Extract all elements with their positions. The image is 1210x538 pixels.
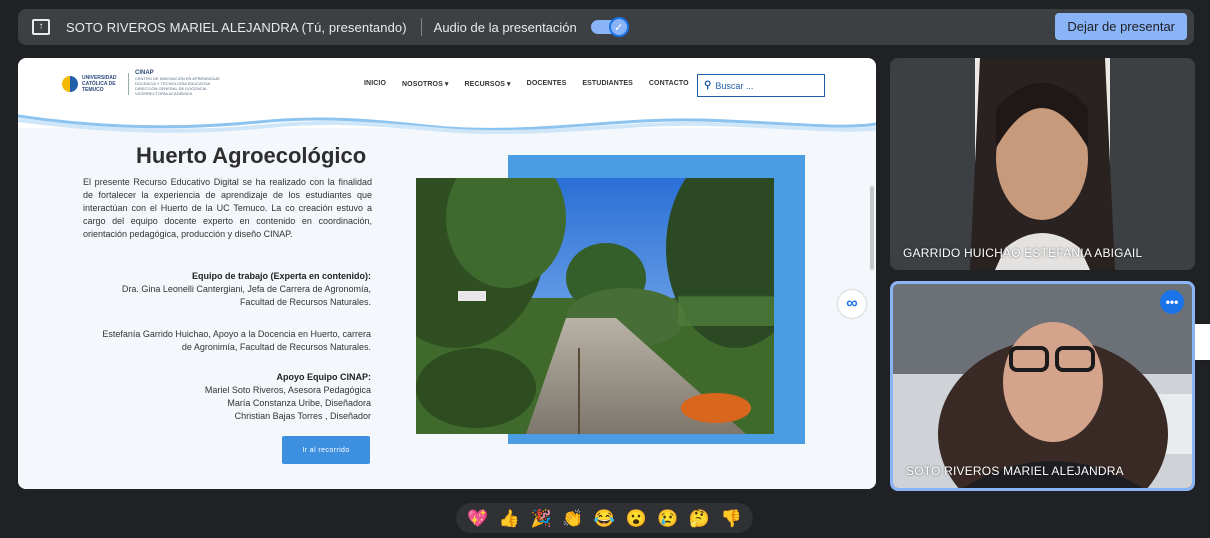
search-placeholder: Buscar ...	[715, 80, 754, 91]
reaction-laughing[interactable]: 😂	[594, 510, 615, 527]
reaction-thinking[interactable]: 🤔	[689, 510, 710, 527]
cinap-member: María Constanza Uribe, Diseñadora	[227, 398, 371, 408]
participant-video	[893, 284, 1192, 488]
more-options-icon[interactable]: •••	[1160, 290, 1184, 314]
participant-name: SOTO RIVEROS MARIEL ALEJANDRA	[906, 464, 1124, 478]
audio-label: Audio de la presentación	[433, 19, 577, 35]
participant-video	[970, 58, 1115, 270]
uct-logo-icon	[62, 75, 78, 92]
nav-nosotros[interactable]: NOSOTROS ▾	[402, 80, 449, 88]
nav-recursos[interactable]: RECURSOS ▾	[465, 80, 511, 88]
logo-divider	[128, 72, 129, 95]
stop-presenting-button[interactable]: Dejar de presentar	[1055, 13, 1187, 40]
team-heading: Equipo de trabajo (Experta en contenido)…	[191, 271, 371, 281]
cinap-member: Christian Bajas Torres , Diseñador	[234, 411, 371, 421]
check-icon: ✓	[608, 17, 629, 37]
nav-contacto[interactable]: CONTACTO	[649, 80, 689, 88]
team-line: Dra. Gina Leonelli Cantergiani, Jefa de …	[121, 284, 371, 294]
cinap-team-heading: Apoyo Equipo CINAP:	[276, 372, 372, 382]
cinap-member: Mariel Soto Riveros, Asesora Pedagógica	[204, 385, 371, 395]
team-line: Facultad de Recursos Naturales.	[239, 297, 371, 307]
participant-tile[interactable]: GARRIDO HUICHAO ESTEFANIA ABIGAIL	[890, 58, 1195, 270]
presenting-bar: ↑ SOTO RIVEROS MARIEL ALEJANDRA (Tú, pre…	[18, 9, 1194, 45]
garden-photo-illustration	[416, 178, 774, 434]
page-scrollbar[interactable]	[870, 186, 874, 270]
participant-tile-self[interactable]: ••• SOTO RIVEROS MARIEL ALEJANDRA	[890, 281, 1195, 491]
header-wave	[18, 112, 876, 134]
participant-name: GARRIDO HUICHAO ESTEFANIA ABIGAIL	[903, 246, 1143, 260]
reaction-clapping[interactable]: 👏	[562, 510, 583, 527]
search-icon: ⚲	[704, 80, 712, 91]
nav-estudiantes[interactable]: ESTUDIANTES	[582, 80, 633, 88]
reaction-party-popper[interactable]: 🎉	[531, 510, 552, 527]
audio-toggle[interactable]: ✓	[590, 17, 629, 37]
site-search-input[interactable]: ⚲ Buscar ...	[697, 74, 825, 97]
page-title: Huerto Agroecológico	[136, 143, 367, 168]
cinap-team-section: Apoyo Equipo CINAP: Mariel Soto Riveros,…	[71, 371, 371, 423]
nav-docentes[interactable]: DOCENTES	[527, 80, 567, 88]
support-section: Estefanía Garrido Huichao, Apoyo a la Do…	[71, 328, 371, 354]
divider	[420, 18, 422, 36]
present-icon: ↑	[32, 19, 50, 35]
support-line: Estefanía Garrido Huichao, Apoyo a la Do…	[102, 329, 371, 339]
nav-inicio[interactable]: INICIO	[364, 80, 386, 88]
reaction-crying[interactable]: 😢	[657, 510, 678, 527]
shared-screen: UNIVERSIDAD CATÓLICA DE TEMUCO CINAP CEN…	[18, 58, 876, 489]
reaction-thumbs-down[interactable]: 👎	[720, 510, 741, 527]
site-nav: INICIO NOSOTROS ▾ RECURSOS ▾ DOCENTES ES…	[364, 80, 705, 88]
reaction-surprised[interactable]: 😮	[626, 510, 647, 527]
cinap-subtitle: CENTRO DE INNOVACIÓN EN APRENDIZAJE DOCE…	[135, 76, 220, 96]
logo-text: UNIVERSIDAD CATÓLICA DE TEMUCO	[82, 74, 117, 93]
intro-paragraph: El presente Recurso Educativo Digital se…	[83, 177, 372, 239]
tour-button[interactable]: Ir al recorrido	[282, 436, 370, 464]
site-logo[interactable]: UNIVERSIDAD CATÓLICA DE TEMUCO CINAP CEN…	[62, 70, 225, 96]
reactions-bar: 💖 👍 🎉 👏 😂 😮 😢 🤔 👎	[456, 503, 753, 533]
reaction-thumbs-up[interactable]: 👍	[499, 510, 520, 527]
infinity-icon[interactable]: ∞	[838, 290, 866, 318]
presenter-label: SOTO RIVEROS MARIEL ALEJANDRA (Tú, prese…	[66, 19, 407, 35]
team-section: Equipo de trabajo (Experta en contenido)…	[71, 270, 371, 309]
reaction-sparkling-heart[interactable]: 💖	[467, 510, 488, 527]
site-header: UNIVERSIDAD CATÓLICA DE TEMUCO CINAP CEN…	[18, 58, 876, 116]
support-line: de Agronimía, Facultad de Recursos Natur…	[181, 342, 371, 352]
cinap-logo: CINAP CENTRO DE INNOVACIÓN EN APRENDIZAJ…	[135, 70, 225, 96]
garden-photo	[416, 178, 774, 434]
